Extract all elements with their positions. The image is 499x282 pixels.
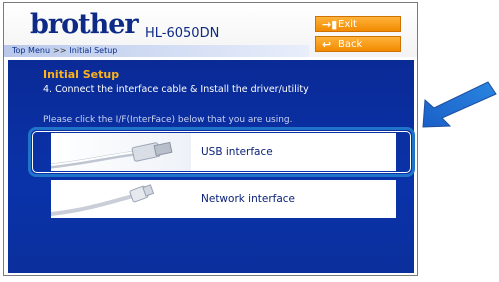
model-name: HL-6050DN: [145, 26, 220, 41]
instruction-text: Please click the I/F(InterFace) below th…: [43, 115, 293, 125]
exit-label: Exit: [338, 19, 357, 30]
network-interface-option[interactable]: Network interface: [51, 180, 396, 218]
header-bar: brother HL-6050DN Top Menu >> Initial Setu…: [4, 3, 417, 57]
step-text: 4. Connect the interface cable & Install…: [43, 84, 309, 95]
section-title: Initial Setup: [43, 68, 120, 81]
back-button[interactable]: ↩ Back: [315, 36, 401, 52]
exit-button[interactable]: →▮ Exit: [315, 16, 401, 32]
back-arrow-icon: ↩: [322, 38, 332, 51]
breadcrumb-top-menu[interactable]: Top Menu: [12, 46, 50, 55]
selection-highlight-inner: [32, 131, 411, 173]
breadcrumb-current: Initial Setup: [69, 46, 118, 55]
breadcrumb: Top Menu >> Initial Setup: [4, 45, 309, 57]
breadcrumb-separator: >>: [53, 46, 67, 55]
network-interface-label: Network interface: [201, 193, 296, 205]
network-cable-icon: [51, 180, 191, 218]
exit-icon: →▮: [322, 18, 338, 31]
brother-logo: brother: [30, 9, 139, 40]
pointer-arrow-icon: [422, 81, 497, 128]
back-label: Back: [338, 39, 363, 50]
